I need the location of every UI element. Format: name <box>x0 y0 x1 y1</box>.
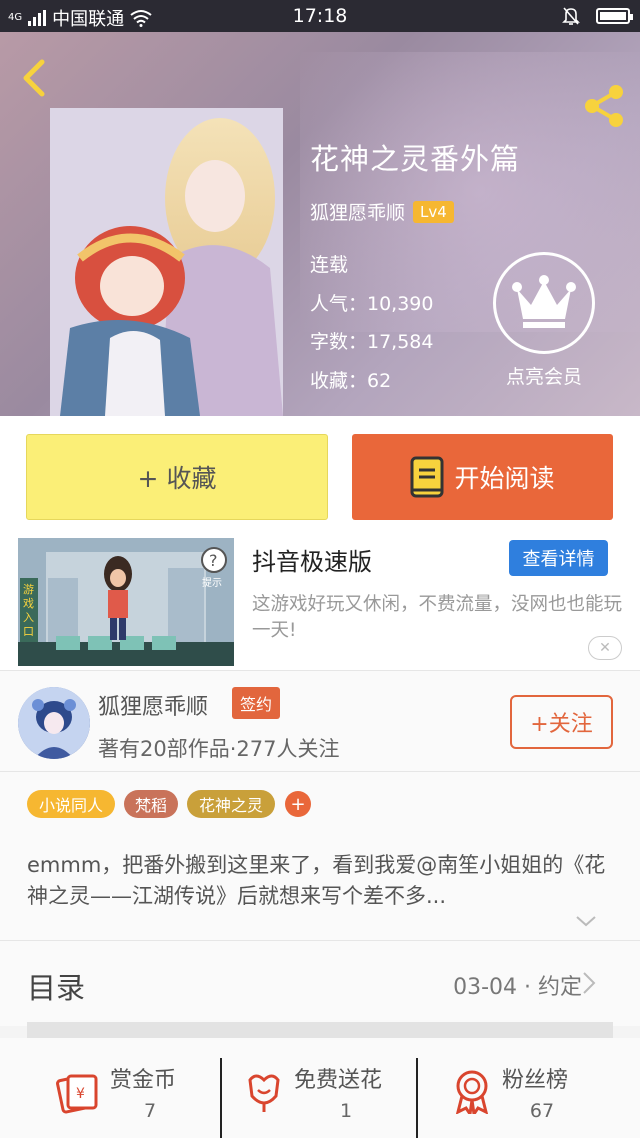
share-button[interactable] <box>578 80 630 132</box>
author-card-name[interactable]: 狐狸愿乖顺 <box>98 689 208 721</box>
fan-ranking-button[interactable]: 粉丝榜 67 <box>418 1038 640 1138</box>
follow-button[interactable]: +关注 <box>510 695 613 749</box>
chevron-right-icon <box>583 972 596 994</box>
signed-badge: 签约 <box>232 687 281 719</box>
start-reading-label: 开始阅读 <box>454 464 555 493</box>
action-bar: + 收藏 开始阅读 <box>0 416 640 534</box>
book-description: emmm，把番外搬到这里来了，看到我爱@南笙小姐姐的《花神之灵——江湖传说》后就… <box>0 840 640 940</box>
reward-coins-label: 赏金币 <box>110 1068 177 1093</box>
add-tag-button[interactable]: + <box>285 791 311 817</box>
ribbon-medal-icon <box>455 1070 489 1114</box>
ad-image-text-2: 戏 <box>23 597 34 610</box>
catalog-title: 目录 <box>27 971 86 1005</box>
ad-image-text-3: 入 <box>23 611 34 624</box>
book-meta: 连载 人气：10,390 字数：17,584 收藏：62 <box>310 246 433 400</box>
coin-envelope-icon: ¥ <box>56 1074 98 1114</box>
word-count: 字数：17,584 <box>310 331 434 353</box>
send-flower-label: 免费送花 <box>294 1068 383 1093</box>
cover-illustration <box>50 108 283 416</box>
section-divider <box>27 1022 613 1038</box>
ad-image[interactable]: 游 戏 入 口 ? 提示 <box>18 538 234 666</box>
tag-item[interactable]: 花神之灵 <box>187 790 275 818</box>
favorites-count: 收藏：62 <box>310 369 392 392</box>
ad-title[interactable]: 抖音极速版 <box>252 542 372 577</box>
vip-button[interactable]: 点亮会员 <box>493 252 595 389</box>
status-bar: 4G 中国联通 17:18 <box>0 0 640 32</box>
share-icon <box>585 85 623 127</box>
ad-close-button[interactable]: ✕ <box>588 636 622 660</box>
favorite-button[interactable]: + 收藏 <box>26 434 328 520</box>
tag-item[interactable]: 梵稻 <box>124 790 178 818</box>
author-row: 狐狸愿乖顺 Lv4 <box>310 198 454 225</box>
author-avatar[interactable] <box>18 687 90 759</box>
ad-detail-button[interactable]: 查看详情 <box>509 540 608 576</box>
book-title: 花神之灵番外篇 <box>310 142 521 176</box>
book-header: 花神之灵番外篇 狐狸愿乖顺 Lv4 连载 人气：10,390 字数：17,584… <box>0 32 640 416</box>
status-right <box>562 6 633 26</box>
description-text: emmm，把番外搬到这里来了，看到我爱@南笙小姐姐的《花神之灵——江湖传说》后就… <box>27 853 606 908</box>
tag-list: 小说同人 梵稻 花神之灵 + <box>0 772 640 840</box>
popularity-count: 人气：10,390 <box>310 292 434 315</box>
fan-ranking-label: 粉丝榜 <box>502 1068 569 1093</box>
author-card: 狐狸愿乖顺 签约 著有20部作品·277人关注 +关注 <box>0 670 640 772</box>
send-flower-button[interactable]: 免费送花 1 <box>222 1038 416 1138</box>
mute-bell-icon <box>562 7 580 25</box>
stats-bar: ¥ 赏金币 7 免费送花 1 粉丝榜 67 <box>0 1038 640 1138</box>
book-icon <box>410 456 444 498</box>
reward-coins-value: 7 <box>143 1100 157 1122</box>
svg-text:¥: ¥ <box>76 1086 85 1102</box>
reward-coins-button[interactable]: ¥ 赏金币 7 <box>0 1038 220 1138</box>
chevron-down-icon <box>576 916 596 927</box>
expand-description-button[interactable] <box>574 912 598 930</box>
ad-image-text-4: 口 <box>23 625 34 638</box>
author-name[interactable]: 狐狸愿乖顺 <box>310 198 405 225</box>
ad-description: 这游戏好玩又休闲，不费流量，没网也也能玩一天! <box>252 594 623 641</box>
ad-illustration: 游 戏 入 口 ? 提示 <box>18 538 234 666</box>
author-summary: 著有20部作品·277人关注 <box>98 737 340 761</box>
send-flower-value: 1 <box>339 1100 353 1122</box>
start-reading-button[interactable]: 开始阅读 <box>352 434 613 520</box>
tag-item[interactable]: 小说同人 <box>27 790 115 818</box>
ad-image-text-1: 游 <box>23 583 34 596</box>
level-badge: Lv4 <box>413 200 454 223</box>
back-chevron-icon <box>23 59 45 97</box>
close-icon: ✕ <box>599 640 611 656</box>
svg-text:?: ? <box>209 551 218 570</box>
battery-icon <box>596 8 633 24</box>
ad-banner: 游 戏 入 口 ? 提示 抖音极速版 查看详情 这游戏好玩又休闲，不费流量，没网… <box>0 534 640 670</box>
clock: 17:18 <box>292 5 348 27</box>
fan-ranking-value: 67 <box>529 1100 555 1122</box>
vip-label: 点亮会员 <box>505 366 582 388</box>
back-button[interactable] <box>14 56 54 100</box>
flower-icon <box>248 1074 280 1112</box>
catalog-latest: 03-04 · 约定 <box>453 975 582 1000</box>
book-cover-image[interactable] <box>50 108 283 416</box>
catalog-row[interactable]: 目录 03-04 · 约定 <box>0 940 640 1026</box>
serial-status: 连载 <box>310 254 349 276</box>
crown-icon <box>512 275 576 328</box>
ad-hint-label: 提示 <box>202 577 222 589</box>
